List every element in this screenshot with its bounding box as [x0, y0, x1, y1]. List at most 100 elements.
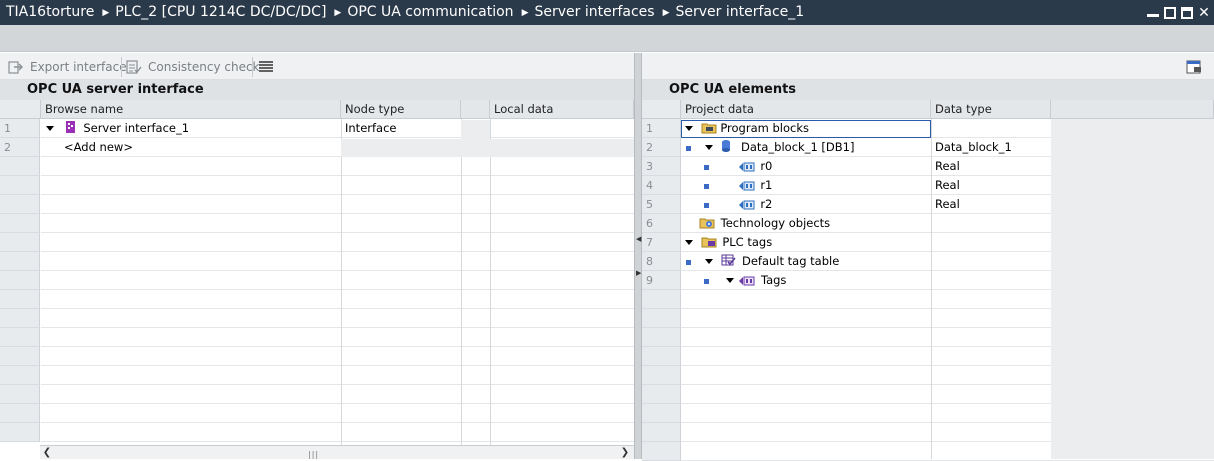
row-number-cell: 3 — [642, 157, 681, 176]
row-number-cell — [0, 195, 40, 214]
tree-row-server-interface[interactable]: Server interface_1 — [46, 119, 189, 138]
tree-row-technology-objects[interactable]: Technology objects — [699, 214, 830, 233]
collapse-right-icon[interactable]: ▶ — [636, 269, 641, 277]
row-number-cell — [0, 290, 40, 309]
row-number-cell — [642, 366, 681, 385]
scroll-right-icon[interactable]: ❯ — [618, 446, 632, 460]
tree-row-default-tag-table[interactable]: Default tag table — [686, 252, 839, 271]
pane-splitter[interactable]: ◀ ▶ — [634, 53, 642, 459]
list-view-button[interactable] — [258, 57, 280, 77]
table-row[interactable] — [41, 385, 634, 404]
table-row[interactable] — [41, 309, 634, 328]
tree-row-r2[interactable]: r2 — [704, 195, 772, 214]
scroll-thumb-grip-icon[interactable]: ||| — [308, 450, 319, 459]
expand-arrow-icon[interactable] — [725, 278, 734, 283]
row-number-cell — [642, 309, 681, 328]
tree-row-tags[interactable]: Tags — [704, 271, 786, 290]
tree-row-program-blocks-content[interactable]: Program blocks — [685, 119, 809, 138]
collapse-left-icon[interactable]: ◀ — [636, 235, 641, 243]
table-row[interactable] — [41, 233, 634, 252]
row-number-cell — [642, 290, 681, 309]
breadcrumb-separator-icon: ▶ — [662, 8, 670, 18]
row-number-cell — [0, 404, 40, 423]
table-row[interactable] — [41, 271, 634, 290]
table-row[interactable] — [41, 195, 634, 214]
horizontal-scrollbar[interactable]: ❮ ||| ❯ — [40, 445, 634, 459]
column-header-browse-name[interactable]: Browse name — [41, 100, 341, 119]
table-row[interactable] — [41, 328, 634, 347]
table-row[interactable] — [41, 366, 634, 385]
tree-row-data-block[interactable]: Data_block_1 [DB1] — [686, 138, 854, 157]
data-type-value: Real — [935, 178, 960, 192]
row-number-cell — [0, 233, 40, 252]
variable-tag-icon — [738, 197, 755, 210]
breadcrumb-separator-icon: ▶ — [102, 8, 110, 18]
row-number-cell — [642, 328, 681, 347]
maximize-icon[interactable] — [1181, 6, 1193, 19]
settings-button[interactable] — [1186, 57, 1208, 77]
table-row[interactable] — [41, 404, 634, 423]
row-number-cell: 6 — [642, 214, 681, 233]
table-row[interactable] — [41, 252, 634, 271]
consistency-check-button[interactable]: Consistency check — [126, 57, 260, 77]
disabled-column — [1051, 119, 1214, 459]
expand-arrow-icon[interactable] — [685, 240, 693, 245]
row-number-cell: 4 — [642, 176, 681, 195]
expand-arrow-icon[interactable] — [46, 126, 54, 131]
project-data-value: r2 — [760, 197, 773, 211]
expand-arrow-icon[interactable] — [704, 259, 713, 264]
table-row[interactable] — [41, 214, 634, 233]
row-number-cell — [0, 423, 40, 442]
restore-icon[interactable] — [1164, 6, 1176, 19]
column-header-data-type[interactable]: Data type — [931, 100, 1051, 119]
table-row[interactable] — [41, 176, 634, 195]
browse-name-value: Server interface_1 — [83, 121, 190, 135]
tree-row-plc-tags[interactable]: PLC tags — [685, 233, 772, 252]
breadcrumb-item-project[interactable]: TIA16torture — [6, 4, 94, 20]
row-number-cell — [0, 385, 40, 404]
project-data-value: Tags — [760, 273, 787, 287]
expand-arrow-icon[interactable] — [685, 126, 693, 131]
breadcrumb-item-plc[interactable]: PLC_2 [CPU 1214C DC/DC/DC] — [115, 4, 326, 20]
disabled-cell — [341, 139, 634, 157]
node-bullet-icon — [686, 260, 691, 265]
variable-tag-icon — [738, 178, 755, 191]
table-row[interactable] — [41, 347, 634, 366]
add-new-row[interactable]: <Add new> — [64, 138, 133, 157]
row-number-cell — [0, 328, 40, 347]
close-icon[interactable]: ✕ — [1198, 6, 1210, 20]
expand-arrow-icon[interactable] — [704, 145, 713, 150]
window-settings-icon — [1186, 59, 1202, 75]
row-number-cell — [642, 385, 681, 404]
tree-row-r1[interactable]: r1 — [704, 176, 772, 195]
row-number-cell — [0, 347, 40, 366]
toolbar: Export interface Consistency check — [0, 53, 1214, 80]
minimize-icon[interactable] — [1147, 8, 1159, 17]
breadcrumb-item-opcua[interactable]: OPC UA communication — [347, 4, 513, 20]
row-number-cell — [642, 404, 681, 423]
table-row[interactable] — [41, 423, 634, 442]
node-bullet-icon — [704, 279, 709, 284]
column-header-local-data[interactable]: Local data — [490, 100, 634, 119]
breadcrumb-separator-icon: ▶ — [521, 8, 529, 18]
consistency-check-label: Consistency check — [148, 60, 260, 74]
column-header-blank — [1051, 100, 1214, 119]
technology-objects-folder-icon — [699, 216, 715, 229]
row-number-cell: 8 — [642, 252, 681, 271]
breadcrumb-item-server-interfaces[interactable]: Server interfaces — [534, 4, 654, 20]
row-number-cell: 5 — [642, 195, 681, 214]
project-data-value: Program blocks — [720, 121, 809, 135]
column-header-blank — [461, 100, 490, 119]
row-number-cell — [0, 214, 40, 233]
scroll-left-icon[interactable]: ❮ — [40, 446, 54, 460]
column-header-project-data[interactable]: Project data — [681, 100, 931, 119]
export-interface-button[interactable]: Export interface — [8, 57, 127, 77]
table-row[interactable] — [41, 157, 634, 176]
row-number-cell — [0, 271, 40, 290]
column-header-node-type[interactable]: Node type — [341, 100, 461, 119]
table-row[interactable] — [41, 290, 634, 309]
row-number-header — [0, 100, 41, 119]
breadcrumb-item-server-interface[interactable]: Server interface_1 — [676, 4, 805, 20]
tree-row-r0[interactable]: r0 — [704, 157, 772, 176]
consistency-check-icon — [126, 59, 142, 75]
